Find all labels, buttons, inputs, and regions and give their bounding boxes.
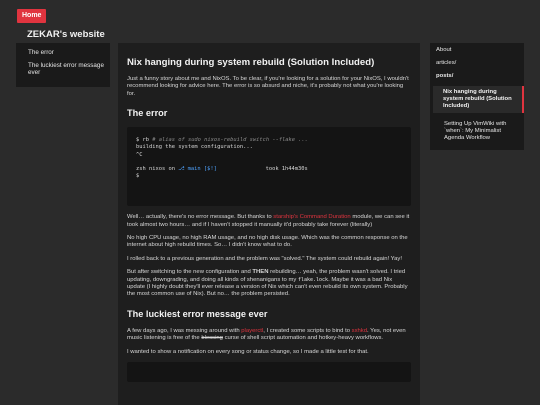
intro-paragraph: Just a funny story about me and NixOS. T… bbox=[127, 76, 409, 97]
section-heading-luckiest-error: The luckiest error message ever bbox=[127, 308, 268, 319]
site-navigation: About articles/ posts/ Nix hanging durin… bbox=[430, 43, 524, 150]
toc-item-the-error[interactable]: The error bbox=[28, 49, 106, 57]
site-title[interactable]: ZEKAR's website bbox=[27, 29, 105, 40]
top-bar: Home bbox=[0, 0, 540, 23]
code-block: $ rb # alias of sudo nixos-rebuild switc… bbox=[127, 127, 411, 207]
nav-item-vimwiki-post[interactable]: Setting Up VimWiki with `when`: My Minim… bbox=[430, 121, 524, 142]
nav-item-posts[interactable]: posts/ bbox=[430, 73, 524, 80]
paragraph-no-usage: No high CPU usage, no high RAM usage, an… bbox=[127, 235, 408, 249]
nav-item-articles[interactable]: articles/ bbox=[430, 60, 524, 67]
code-line-command: $ rb # alias of sudo nixos-rebuild switc… bbox=[136, 137, 309, 144]
sxhkd-link[interactable]: sxhkd bbox=[352, 328, 367, 334]
article-content: Nix hanging during system rebuild (Solut… bbox=[118, 43, 420, 405]
section-heading-the-error: The error bbox=[127, 108, 168, 119]
paragraph-switching: But after switching to the new configura… bbox=[127, 269, 408, 298]
starship-link[interactable]: starship's Command Duration bbox=[273, 214, 350, 220]
paragraph-no-error: Well… actually, there's no error message… bbox=[127, 214, 410, 228]
code-line-zsh-prompt: zsh nixos on ⎇ main [$!] took 1h44m30s bbox=[136, 165, 308, 172]
paragraph-playerctl: A few days ago, I was messing around wit… bbox=[127, 327, 406, 342]
nav-item-current-post[interactable]: Nix hanging during system rebuild (Solut… bbox=[433, 86, 524, 113]
code-line-building: building the system configuration... bbox=[136, 144, 253, 151]
code-line-prompt: $ bbox=[136, 173, 140, 180]
article-title: Nix hanging during system rebuild (Solut… bbox=[127, 57, 375, 68]
table-of-contents: The error The luckiest error message eve… bbox=[16, 43, 110, 87]
paragraph-notification: I wanted to show a notification on every… bbox=[127, 348, 369, 355]
code-block-second bbox=[127, 362, 411, 383]
inline-code-flake-lock: flake.lock bbox=[297, 276, 329, 283]
code-line-interrupt: ^C bbox=[136, 151, 143, 158]
nav-item-about[interactable]: About bbox=[430, 47, 524, 54]
home-button[interactable]: Home bbox=[17, 9, 47, 23]
toc-item-luckiest-error[interactable]: The luckiest error message ever bbox=[28, 62, 106, 77]
paragraph-rollback: I rolled back to a previous generation a… bbox=[127, 255, 402, 262]
playerctl-link[interactable]: playerctl bbox=[241, 328, 263, 334]
